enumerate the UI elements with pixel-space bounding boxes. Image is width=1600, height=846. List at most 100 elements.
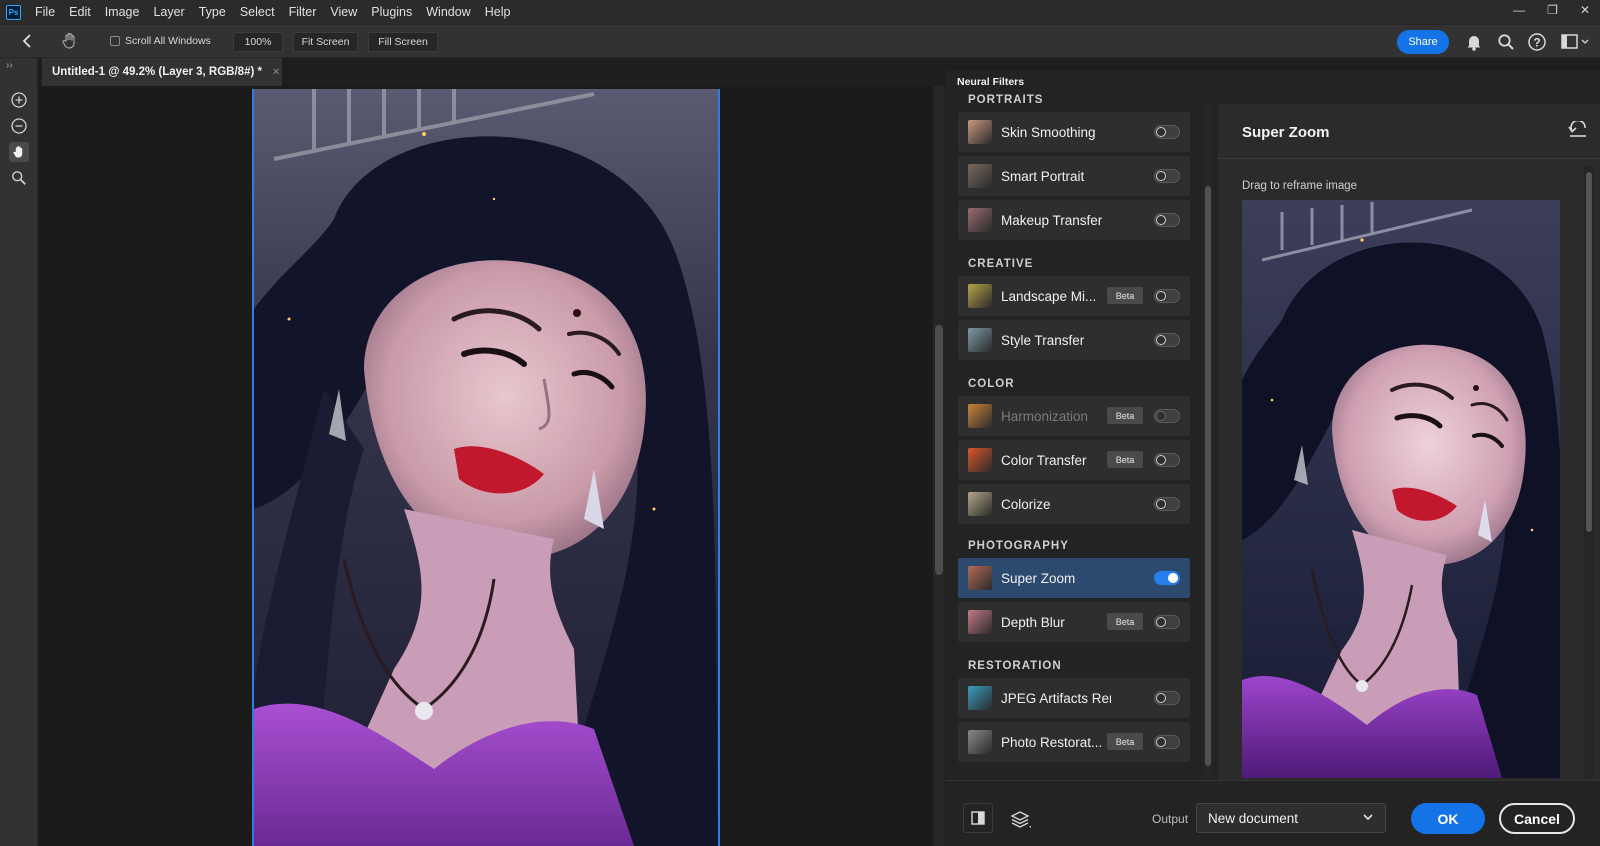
reset-filter-icon[interactable] <box>1568 119 1588 140</box>
filter-thumbnail-icon <box>968 686 992 710</box>
show-original-icon[interactable] <box>963 803 993 833</box>
category-restoration: RESTORATION <box>968 660 1062 672</box>
chevron-down-icon <box>1362 811 1374 826</box>
menu-filter[interactable]: Filter <box>289 5 317 19</box>
menu-help[interactable]: Help <box>485 5 511 19</box>
filter-toggle[interactable] <box>1154 289 1180 303</box>
filter-item-colorize[interactable]: Colorize <box>958 484 1190 524</box>
filter-toggle[interactable] <box>1154 615 1180 629</box>
filter-thumbnail-icon <box>968 404 992 428</box>
beta-badge: Beta <box>1107 451 1143 468</box>
close-icon[interactable]: ✕ <box>1580 3 1590 17</box>
fill-screen-button[interactable]: Fill Screen <box>368 32 438 52</box>
filter-item-super-zoom[interactable]: Super Zoom <box>958 558 1190 598</box>
share-button[interactable]: Share <box>1397 30 1449 54</box>
document-tab[interactable]: Untitled-1 @ 49.2% (Layer 3, RGB/8#) * ✕ <box>42 58 282 86</box>
filter-label: Style Transfer <box>1001 332 1085 348</box>
document-image[interactable] <box>252 89 720 846</box>
filter-item-landscape-mi[interactable]: Landscape Mi... Beta <box>958 276 1190 316</box>
photoshop-logo-icon: Ps <box>6 4 21 20</box>
filter-item-skin-smoothing[interactable]: Skin Smoothing <box>958 112 1190 152</box>
beta-badge: Beta <box>1107 407 1143 424</box>
restore-icon[interactable]: ❐ <box>1547 3 1558 17</box>
filter-detail-title: Super Zoom <box>1242 124 1330 141</box>
zoom-in-icon[interactable] <box>9 90 29 110</box>
portrait-photo <box>254 89 718 846</box>
filter-toggle[interactable] <box>1154 453 1180 467</box>
filter-toggle[interactable] <box>1154 571 1180 585</box>
menu-view[interactable]: View <box>330 5 357 19</box>
back-arrow-icon[interactable] <box>20 33 34 52</box>
filter-thumbnail-icon <box>968 328 992 352</box>
cancel-button[interactable]: Cancel <box>1499 803 1575 834</box>
filter-label: Landscape Mi... <box>1001 288 1097 304</box>
workspace-icon[interactable] <box>1561 34 1591 53</box>
ok-button[interactable]: OK <box>1411 803 1485 834</box>
filter-item-color-transfer[interactable]: Color Transfer Beta <box>958 440 1190 480</box>
filter-toggle[interactable] <box>1154 333 1180 347</box>
category-creative: CREATIVE <box>968 258 1034 270</box>
super-zoom-preview[interactable] <box>1242 200 1560 778</box>
filter-thumbnail-icon <box>968 448 992 472</box>
drag-to-reframe-hint: Drag to reframe image <box>1242 180 1358 192</box>
canvas-scrollbar-thumb[interactable] <box>935 325 943 575</box>
zoom-out-icon[interactable] <box>9 116 29 136</box>
menu-plugins[interactable]: Plugins <box>371 5 412 19</box>
filter-item-jpeg-artifacts-removal[interactable]: JPEG Artifacts Removal <box>958 678 1190 718</box>
fit-screen-button[interactable]: Fit Screen <box>293 32 358 52</box>
filter-label: Super Zoom <box>1001 570 1076 586</box>
filter-toggle[interactable] <box>1154 125 1180 139</box>
beta-badge: Beta <box>1107 287 1143 304</box>
help-icon[interactable]: ? <box>1527 32 1547 55</box>
filters-scrollbar-thumb[interactable] <box>1205 186 1211 766</box>
menu-image[interactable]: Image <box>105 5 140 19</box>
filter-label: Color Transfer <box>1001 452 1087 468</box>
neural-filters-title: Neural Filters <box>957 76 1025 88</box>
filter-item-smart-portrait[interactable]: Smart Portrait <box>958 156 1190 196</box>
hand-tool-icon[interactable] <box>9 142 29 162</box>
beta-badge: Beta <box>1107 733 1143 750</box>
menu-file[interactable]: File <box>35 5 55 19</box>
filter-thumbnail-icon <box>968 120 992 144</box>
beta-badge: Beta <box>1107 613 1143 630</box>
filter-item-style-transfer[interactable]: Style Transfer <box>958 320 1190 360</box>
filter-item-photo-restorat[interactable]: Photo Restorat... Beta <box>958 722 1190 762</box>
scroll-all-windows-checkbox[interactable] <box>110 36 120 46</box>
filter-toggle[interactable] <box>1154 409 1180 423</box>
menu-edit[interactable]: Edit <box>69 5 91 19</box>
filter-toggle[interactable] <box>1154 213 1180 227</box>
layers-preview-icon[interactable] <box>1010 810 1032 833</box>
menu-type[interactable]: Type <box>199 5 226 19</box>
filter-toggle[interactable] <box>1154 691 1180 705</box>
filter-thumbnail-icon <box>968 730 992 754</box>
menu-select[interactable]: Select <box>240 5 275 19</box>
filter-toggle[interactable] <box>1154 169 1180 183</box>
filter-item-harmonization[interactable]: Harmonization Beta <box>958 396 1190 436</box>
neural-filters-list: PORTRAITS Skin Smoothing Smart Portrait Mak… <box>956 92 1196 780</box>
output-label: Output <box>1152 812 1189 826</box>
output-select[interactable]: New document <box>1196 803 1386 833</box>
filter-label: Harmonization <box>1001 408 1089 424</box>
filter-label: Skin Smoothing <box>1001 124 1096 140</box>
scroll-all-windows-label: Scroll All Windows <box>125 35 211 47</box>
expand-panel-icon[interactable]: ›› <box>6 60 13 71</box>
filter-label: JPEG Artifacts Removal <box>1001 690 1111 706</box>
bell-icon[interactable] <box>1466 33 1482 54</box>
close-tab-icon[interactable]: ✕ <box>272 67 280 78</box>
search-icon[interactable] <box>1497 33 1515 54</box>
tools-panel: ›› <box>0 58 38 846</box>
menu-layer[interactable]: Layer <box>153 5 184 19</box>
filter-label: Makeup Transfer <box>1001 212 1103 228</box>
filter-item-makeup-transfer[interactable]: Makeup Transfer <box>958 200 1190 240</box>
menu-window[interactable]: Window <box>426 5 470 19</box>
filter-toggle[interactable] <box>1154 497 1180 511</box>
filter-toggle[interactable] <box>1154 735 1180 749</box>
filter-label: Depth Blur <box>1001 614 1065 630</box>
filter-item-depth-blur[interactable]: Depth Blur Beta <box>958 602 1190 642</box>
filter-label: Photo Restorat... <box>1001 734 1103 750</box>
zoom-100-button[interactable]: 100% <box>233 32 283 52</box>
minimize-icon[interactable]: — <box>1513 3 1525 17</box>
hand-tool-icon[interactable] <box>60 31 80 54</box>
detail-scrollbar-thumb[interactable] <box>1586 172 1592 532</box>
zoom-tool-icon[interactable] <box>9 168 29 188</box>
